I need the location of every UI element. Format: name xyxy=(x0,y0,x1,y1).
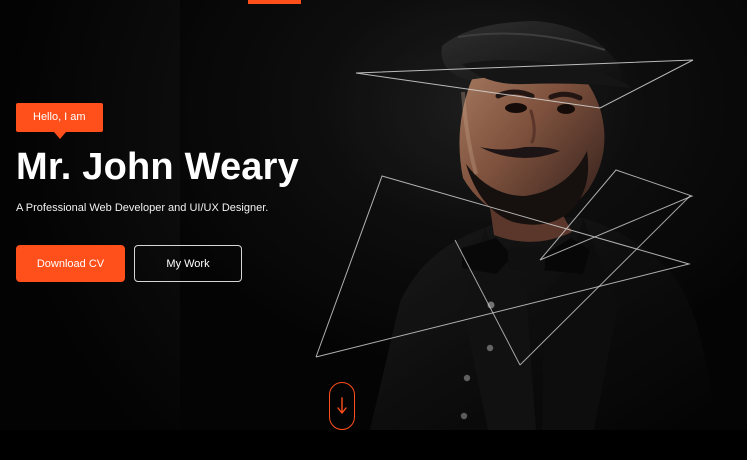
my-work-label: My Work xyxy=(166,257,210,270)
top-accent-bar xyxy=(248,0,301,4)
hero-bottom-band xyxy=(0,430,747,460)
hero-section: Hello, I am Mr. John Weary A Professiona… xyxy=(0,0,747,460)
hero-name: Mr. John Weary xyxy=(16,146,299,188)
arrow-down-icon xyxy=(337,397,347,414)
my-work-button[interactable]: My Work xyxy=(134,245,242,282)
greeting-badge: Hello, I am xyxy=(16,103,103,139)
hero-subtitle: A Professional Web Developer and UI/UX D… xyxy=(16,202,269,214)
hero-content: Hello, I am Mr. John Weary A Professiona… xyxy=(16,103,299,282)
scroll-down-button[interactable] xyxy=(329,382,355,430)
download-cv-button[interactable]: Download CV xyxy=(16,245,125,282)
download-cv-label: Download CV xyxy=(36,257,105,270)
hero-actions: Download CV My Work xyxy=(16,245,299,282)
